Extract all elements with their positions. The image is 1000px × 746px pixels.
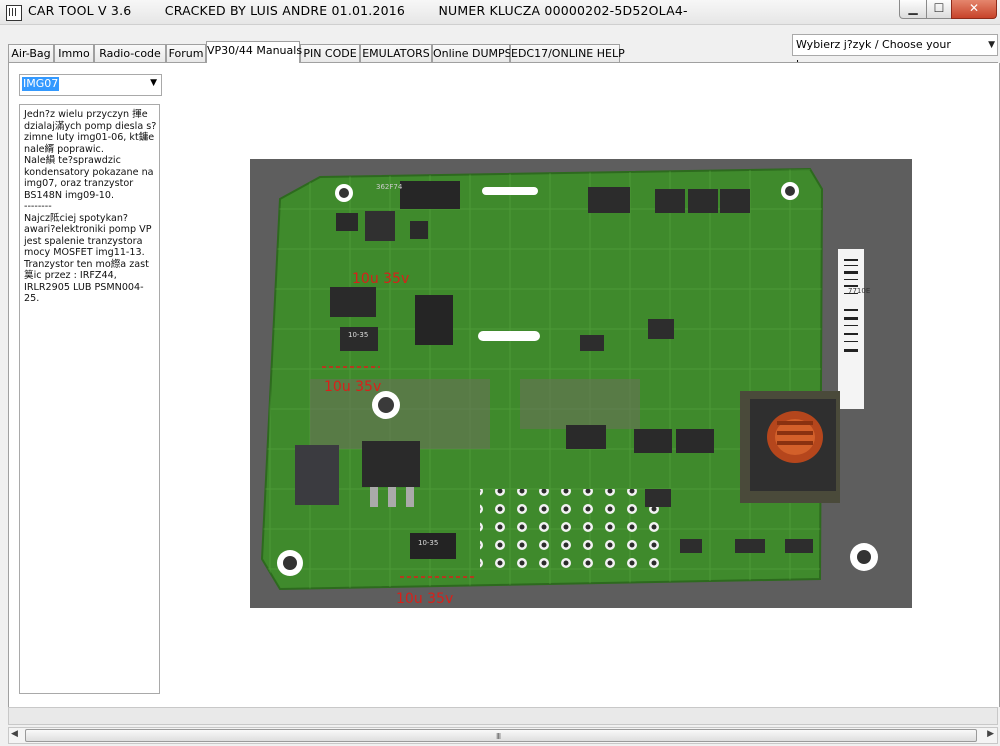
tab-edc17-online-help[interactable]: EDC17/ONLINE HELP xyxy=(510,44,625,62)
chevron-down-icon[interactable]: ▼ xyxy=(988,35,995,55)
tab-immo[interactable]: Immo xyxy=(54,44,94,62)
pcb-illustration: 10-35 10-35 362F74 7710E 10u 35v 10u 35v… xyxy=(250,159,912,608)
tab-radio-code[interactable]: Radio-code xyxy=(94,44,166,62)
description-textbox[interactable]: Jedn?z wielu przyczyn 揮e dzialaj滿ych pom… xyxy=(19,104,160,694)
annotation-capacitor-2: 10u 35v xyxy=(324,379,381,395)
language-select[interactable]: Wybierz j?zyk / Choose your language ▼ xyxy=(792,34,998,71)
tab-pin-code[interactable]: PIN CODE xyxy=(300,44,360,62)
tab-emulators[interactable]: EMULATORS xyxy=(360,44,432,62)
close-button[interactable]: ✕ xyxy=(951,0,997,19)
tab-vp30-44-manuals[interactable]: VP30/44 Manuals xyxy=(206,41,302,63)
chip-mark-5: 7710E xyxy=(848,287,870,295)
app-icon[interactable] xyxy=(6,5,22,21)
minimize-button[interactable]: ▁ xyxy=(899,0,927,19)
maximize-button[interactable]: ☐ xyxy=(926,0,952,19)
status-bar xyxy=(8,707,998,725)
image-select[interactable]: IMG07 ▼ xyxy=(19,74,162,96)
tab-forum[interactable]: Forum xyxy=(166,44,206,62)
grip-icon: III xyxy=(496,732,501,741)
title-bar: CAR TOOL V 3.6 CRACKED BY LUIS ANDRE 01.… xyxy=(0,0,1000,25)
image-select-value: IMG07 xyxy=(22,77,60,91)
window-title: CAR TOOL V 3.6 CRACKED BY LUIS ANDRE 01.… xyxy=(28,3,688,18)
chip-mark-1: 10-35 xyxy=(348,331,368,339)
scrollbar-thumb[interactable]: III xyxy=(25,729,977,742)
chip-mark-2: 10-35 xyxy=(418,539,438,547)
annotation-capacitor-3: 10u 35v xyxy=(396,591,453,607)
chevron-down-icon[interactable]: ▼ xyxy=(150,78,157,88)
chevron-left-icon[interactable]: ◀ xyxy=(11,729,18,739)
tab-air-bag[interactable]: Air-Bag xyxy=(8,44,54,62)
pcb-photo: 10-35 10-35 362F74 7710E 10u 35v 10u 35v… xyxy=(250,159,912,608)
chevron-right-icon[interactable]: ▶ xyxy=(987,729,994,739)
tab-online-dumps[interactable]: Online DUMPS xyxy=(432,44,512,62)
chip-mark-4: 362F74 xyxy=(376,183,403,191)
horizontal-scrollbar[interactable]: ◀ III ▶ xyxy=(8,727,998,744)
annotation-capacitor-1: 10u 35v xyxy=(352,271,409,287)
